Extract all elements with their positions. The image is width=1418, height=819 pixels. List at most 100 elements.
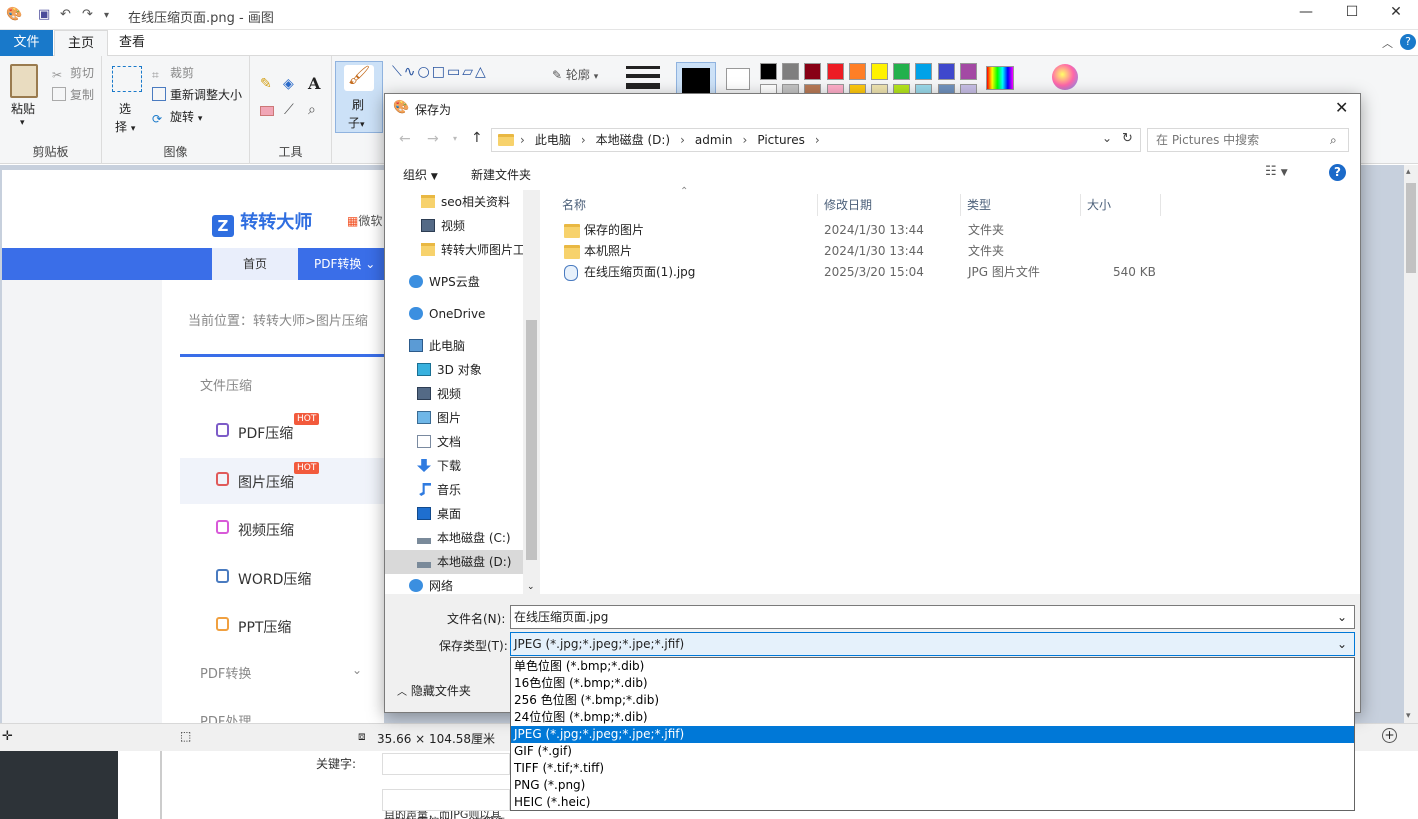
nav-item[interactable]: WPS云盘 [385, 270, 523, 294]
paint3d-icon[interactable] [1052, 64, 1078, 90]
address-bar[interactable]: › 此电脑 › 本地磁盘 (D:) › admin › Pictures › ⌄ ↻ [491, 128, 1141, 152]
file-row[interactable]: 保存的图片 2024/1/30 13:44 文件夹 [540, 220, 1360, 241]
nav-scrollbar[interactable]: ⌄ [523, 190, 540, 594]
color-swatch[interactable] [893, 63, 911, 80]
undo-icon[interactable]: ↶ [60, 7, 71, 22]
size-icon[interactable] [626, 66, 660, 69]
copy-button[interactable]: 复制 [52, 86, 94, 103]
nav-item[interactable]: 桌面 [385, 502, 523, 526]
collapse-ribbon-icon[interactable]: ︿ [1382, 35, 1393, 51]
forward-button[interactable]: → [427, 131, 439, 147]
tab-view[interactable]: 查看 [106, 30, 158, 56]
nav-pdf-convert[interactable]: PDF转换 ⌄ [314, 248, 375, 280]
nav-item[interactable]: 转转大师图片工具 [385, 238, 537, 262]
select-label-1[interactable]: 选 [119, 100, 131, 117]
column-type[interactable]: 类型 [961, 194, 1081, 216]
canvas-image[interactable]: Z 转转大师 ▦微软 首页 PDF转换 ⌄ 当前位置：转转大师>图片压缩 文件压… [2, 170, 384, 723]
keyword-input[interactable] [382, 753, 510, 775]
address-dropdown-icon[interactable]: ⌄ [1102, 131, 1112, 145]
nav-item[interactable]: 网络 [385, 574, 523, 594]
second-input[interactable] [382, 789, 510, 811]
organize-button[interactable]: 组织 ▼ [403, 166, 438, 183]
hide-folders-toggle[interactable]: ︿ 隐藏文件夹 [397, 682, 471, 699]
pdf-convert-section[interactable]: PDF转换 [200, 663, 251, 682]
color2-button[interactable] [726, 68, 750, 90]
path-segment[interactable]: 本地磁盘 (D:) [596, 133, 670, 147]
fill-bucket-icon[interactable]: ◈ [283, 76, 294, 92]
close-window-button[interactable]: ✕ [1374, 4, 1418, 26]
minimize-button[interactable]: — [1284, 4, 1328, 26]
column-date[interactable]: 修改日期 [818, 194, 961, 216]
nav-item[interactable]: 3D 对象 [385, 358, 523, 382]
filetype-option[interactable]: HEIC (*.heic) [511, 794, 1354, 811]
nav-item[interactable]: 视频 [385, 214, 523, 238]
nav-item[interactable]: 下载 [385, 454, 523, 478]
view-options-icon[interactable]: ☷ ▼ [1265, 164, 1288, 179]
color-swatch[interactable] [782, 63, 800, 80]
paste-button[interactable]: 粘贴 [11, 100, 35, 117]
scroll-up-icon[interactable]: ▴ [1406, 167, 1411, 177]
recent-locations-icon[interactable]: ▾ [453, 134, 457, 143]
filetype-option[interactable]: 24位位图 (*.bmp;*.dib) [511, 709, 1354, 726]
column-name[interactable]: 名称 [556, 194, 818, 216]
refresh-icon[interactable]: ↻ [1122, 131, 1133, 146]
eraser-icon[interactable] [260, 106, 274, 116]
help-icon[interactable]: ? [1400, 34, 1416, 50]
filetype-option[interactable]: JPEG (*.jpg;*.jpeg;*.jpe;*.jfif) [511, 726, 1354, 743]
filetype-option[interactable]: 单色位图 (*.bmp;*.dib) [511, 658, 1354, 675]
nav-item[interactable]: OneDrive [385, 302, 523, 326]
filetype-option[interactable]: GIF (*.gif) [511, 743, 1354, 760]
color-swatch[interactable] [871, 63, 888, 80]
column-size[interactable]: 大小 [1081, 194, 1161, 216]
color-swatch[interactable] [804, 63, 822, 80]
filetype-dropdown-icon[interactable]: ⌄ [1337, 633, 1347, 655]
outline-button[interactable]: ✎ 轮廓 ▾ [552, 66, 598, 83]
select-button[interactable]: 择 ▾ [115, 118, 135, 135]
magnifier-icon[interactable]: ⌕ [308, 102, 316, 118]
scrollbar-thumb[interactable] [1406, 183, 1416, 273]
nav-item[interactable]: 本地磁盘 (C:) [385, 526, 523, 550]
brush-button[interactable]: 🖌 刷 子▾ [335, 61, 383, 133]
path-segment[interactable]: Pictures [757, 133, 805, 147]
filename-input[interactable]: 在线压缩页面.jpg ⌄ [510, 605, 1355, 629]
edit-colors-icon[interactable] [986, 66, 1014, 90]
color-swatch[interactable] [760, 63, 777, 80]
color-swatch[interactable] [959, 63, 977, 80]
nav-item[interactable]: 音乐 [385, 478, 523, 502]
side-menu-item[interactable]: 图片压缩 HOT [180, 457, 384, 504]
nav-item[interactable]: 文档 [385, 430, 523, 454]
filetype-option[interactable]: TIFF (*.tif;*.tiff) [511, 760, 1354, 777]
nav-item[interactable]: 此电脑 [385, 334, 523, 358]
filetype-option[interactable]: 16色位图 (*.bmp;*.dib) [511, 675, 1354, 692]
resize-button[interactable]: 重新调整大小 [152, 86, 242, 103]
path-segment[interactable]: 此电脑 [535, 133, 571, 147]
save-icon[interactable]: ▣ [38, 7, 50, 22]
new-folder-button[interactable]: 新建文件夹 [471, 166, 531, 183]
crop-button[interactable]: ⌗ 裁剪 [152, 64, 194, 82]
pencil-icon[interactable]: ✎ [260, 76, 272, 92]
color-swatch[interactable] [915, 63, 933, 80]
customize-quick-access-icon[interactable]: ▾ [104, 10, 109, 21]
nav-item[interactable]: 视频 [385, 382, 523, 406]
paste-icon[interactable] [10, 64, 38, 98]
help-icon[interactable]: ? [1329, 164, 1346, 181]
color-swatch[interactable] [826, 63, 844, 80]
filetype-select[interactable]: JPEG (*.jpg;*.jpeg;*.jpe;*.jfif) ⌄ [510, 632, 1355, 656]
zoom-in-icon[interactable]: + [1382, 728, 1397, 743]
tab-file[interactable]: 文件 [0, 30, 53, 56]
filetype-option[interactable]: PNG (*.png) [511, 777, 1354, 794]
nav-home[interactable]: 首页 [212, 248, 298, 280]
dialog-close-button[interactable]: ✕ [1335, 98, 1348, 117]
nav-item[interactable]: 本地磁盘 (D:) [385, 550, 523, 574]
tab-home[interactable]: 主页 [54, 30, 109, 57]
text-tool-icon[interactable]: A [308, 74, 320, 93]
filetype-option[interactable]: 256 色位图 (*.bmp;*.dib) [511, 692, 1354, 709]
up-button[interactable]: ↑ [471, 130, 483, 146]
file-row[interactable]: 在线压缩页面(1).jpg 2025/3/20 15:04 JPG 图片文件 540 … [540, 262, 1360, 283]
pdf-convert-chevron-icon[interactable]: ⌄ [352, 663, 362, 677]
color-picker-icon[interactable]: ⟋ [284, 102, 294, 118]
select-icon[interactable] [112, 66, 142, 92]
nav-item[interactable]: seo相关资料 [385, 190, 523, 214]
maximize-button[interactable]: ☐ [1330, 4, 1374, 26]
back-button[interactable]: ← [399, 131, 411, 147]
